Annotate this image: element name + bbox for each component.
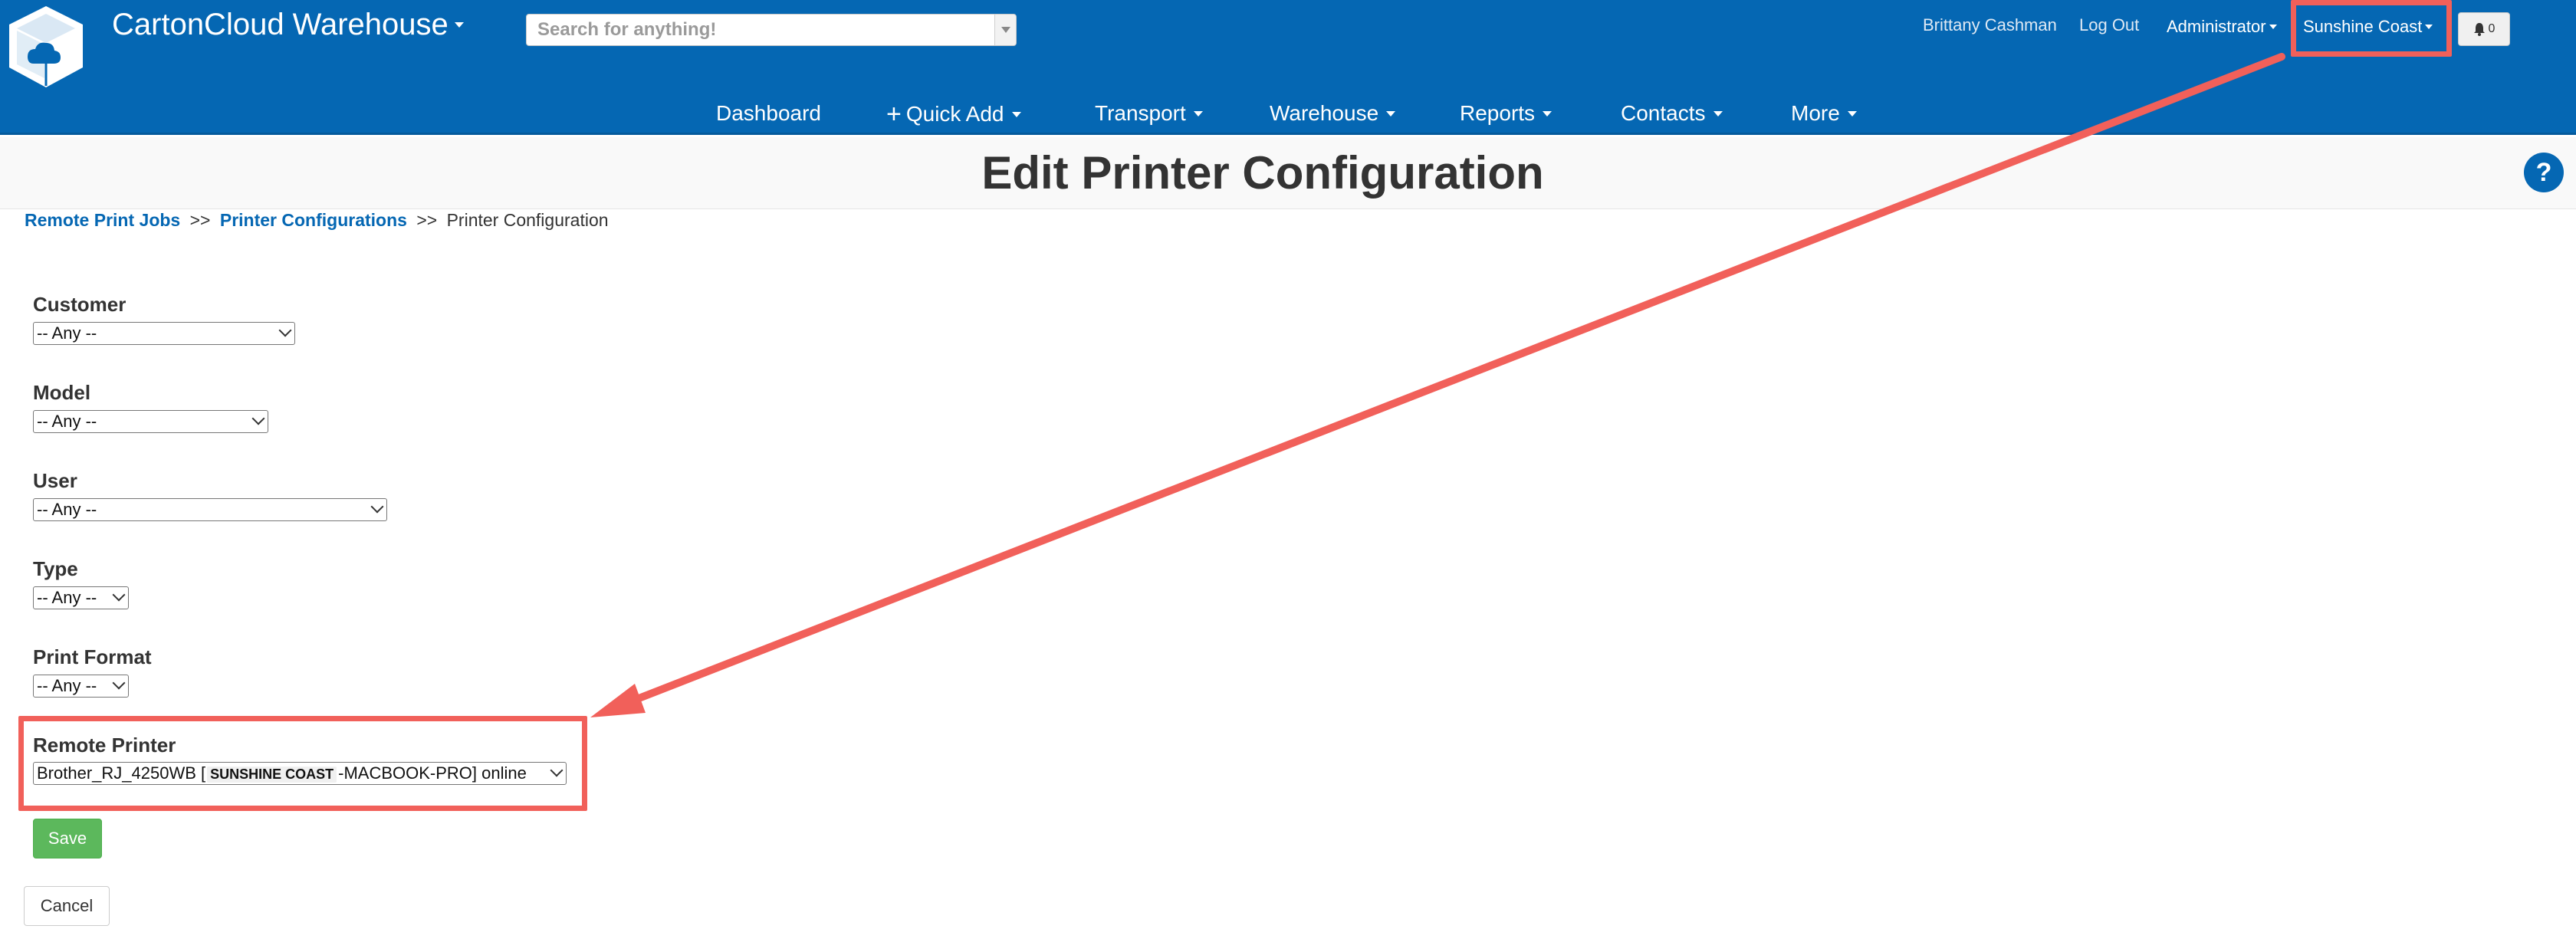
- plus-icon: +: [886, 100, 902, 129]
- nav-quick-add[interactable]: + Quick Add: [886, 101, 1021, 127]
- nav-contacts[interactable]: Contacts: [1621, 101, 1723, 126]
- nav-transport[interactable]: Transport: [1095, 101, 1203, 126]
- chevron-down-icon: [1011, 111, 1021, 117]
- chevron-down-icon: [1001, 27, 1010, 33]
- global-search[interactable]: [526, 14, 1017, 46]
- notification-count: 0: [2488, 22, 2496, 35]
- highlight-remote-printer-box: [18, 716, 587, 811]
- app-title[interactable]: CartonCloud Warehouse: [112, 8, 464, 42]
- nav-more[interactable]: More: [1791, 101, 1857, 126]
- breadcrumb-separator: >>: [189, 210, 211, 230]
- model-select[interactable]: -- Any --: [33, 410, 268, 433]
- chevron-down-icon: [1543, 110, 1552, 117]
- notifications-button[interactable]: 0: [2458, 12, 2510, 46]
- chevron-down-icon: [454, 22, 464, 28]
- cancel-button[interactable]: Cancel: [24, 886, 110, 926]
- nav-dashboard[interactable]: Dashboard: [716, 101, 821, 126]
- search-input[interactable]: [527, 15, 987, 45]
- highlight-location-box: [2291, 0, 2452, 57]
- breadcrumb-current: Printer Configuration: [446, 210, 609, 230]
- chevron-down-icon: [370, 500, 384, 514]
- save-button[interactable]: Save: [33, 819, 102, 858]
- user-select[interactable]: -- Any --: [33, 498, 387, 521]
- nav-warehouse[interactable]: Warehouse: [1270, 101, 1396, 126]
- breadcrumb-remote-print-jobs[interactable]: Remote Print Jobs: [25, 210, 180, 230]
- role-dropdown[interactable]: Administrator: [2167, 17, 2277, 37]
- user-name[interactable]: Brittany Cashman: [1923, 15, 2057, 35]
- print-format-select[interactable]: -- Any --: [33, 675, 129, 698]
- page-title: Edit Printer Configuration: [981, 147, 1544, 199]
- nav-reports[interactable]: Reports: [1460, 101, 1552, 126]
- user-label: User: [33, 469, 77, 492]
- model-label: Model: [33, 381, 91, 404]
- title-band: Edit Printer Configuration ?: [0, 137, 2576, 209]
- type-select[interactable]: -- Any --: [33, 586, 129, 609]
- help-button[interactable]: ?: [2524, 153, 2564, 192]
- customer-label: Customer: [33, 293, 127, 316]
- bell-icon: [2473, 23, 2485, 36]
- chevron-down-icon: [1386, 110, 1396, 117]
- search-dropdown-toggle[interactable]: [994, 15, 1016, 45]
- type-label: Type: [33, 557, 78, 580]
- chevron-down-icon: [1193, 110, 1203, 117]
- chevron-down-icon: [251, 412, 265, 425]
- breadcrumb: Remote Print Jobs >> Printer Configurati…: [25, 210, 609, 231]
- chevron-down-icon: [2269, 25, 2277, 29]
- chevron-down-icon: [1713, 110, 1723, 117]
- breadcrumb-printer-configurations[interactable]: Printer Configurations: [220, 210, 407, 230]
- chevron-down-icon: [278, 323, 292, 337]
- top-bar: CartonCloud Warehouse Brittany Cashman L…: [0, 0, 2576, 135]
- chevron-down-icon: [1847, 110, 1857, 117]
- main-nav: Dashboard + Quick Add Transport Warehous…: [0, 95, 2576, 133]
- cartoncloud-logo-icon[interactable]: [6, 3, 86, 90]
- breadcrumb-separator: >>: [416, 210, 438, 230]
- customer-select[interactable]: -- Any --: [33, 322, 295, 345]
- chevron-down-icon: [112, 588, 126, 602]
- logout-link[interactable]: Log Out: [2079, 15, 2139, 35]
- help-icon: ?: [2535, 157, 2552, 187]
- chevron-down-icon: [112, 676, 126, 690]
- print-format-label: Print Format: [33, 645, 152, 668]
